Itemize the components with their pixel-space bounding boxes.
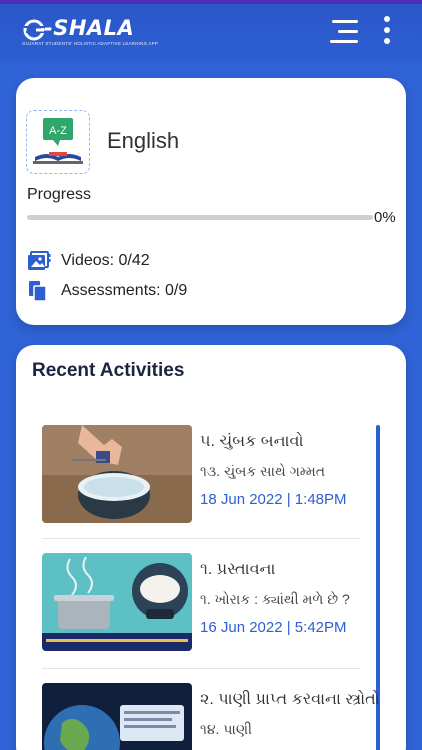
activity-item[interactable]: ૫. ચુંબક બનાવો ૧૩. ચુંબક સાથે ગમ્મત 18 J… xyxy=(42,425,367,525)
recent-activities-title: Recent Activities xyxy=(32,360,185,381)
activity-item[interactable]: ૨. પાણી પ્રાપ્ત કરવાના સ્ત્રોતો ૧૪. પાણી xyxy=(42,683,380,750)
progress-percent: 0% xyxy=(374,209,396,226)
divider xyxy=(42,668,360,669)
activity-timestamp: 16 Jun 2022 | 5:42PM xyxy=(200,619,347,636)
assessment-docs-icon xyxy=(27,280,51,302)
activity-timestamp: 18 Jun 2022 | 1:48PM xyxy=(200,491,347,508)
videos-stat: Videos: 0/42 xyxy=(27,250,150,272)
subject-name: English xyxy=(107,128,180,153)
status-strip xyxy=(0,0,422,4)
recent-activities-card: Recent Activities ૫. ચુંબક બનાવો ૧૩. ચું… xyxy=(16,345,406,750)
subject-book-icon: A-Z xyxy=(26,110,90,174)
video-gallery-icon xyxy=(27,250,51,272)
assessments-stat: Assessments: 0/9 xyxy=(27,280,187,302)
logo-tagline: GUJARAT STUDENTS' HOLISTIC ADAPTIVE LEAR… xyxy=(22,41,159,46)
activity-title: ૫. ચુંબક બનાવો xyxy=(200,433,304,450)
assessments-stat-text: Assessments: 0/9 xyxy=(61,282,188,299)
activity-thumbnail xyxy=(42,425,192,523)
app-header: -SHALA GUJARAT STUDENTS' HOLISTIC ADAPTI… xyxy=(0,0,422,62)
progress-label: Progress xyxy=(27,186,92,203)
activity-chapter: ૧. ખોરાક : ક્યાંથી મળે છે ? xyxy=(200,591,350,607)
app-logo: -SHALA GUJARAT STUDENTS' HOLISTIC ADAPTI… xyxy=(22,16,158,46)
activity-title: ૨. પાણી પ્રાપ્ત કરવાના સ્ત્રોતો xyxy=(200,691,380,708)
divider xyxy=(42,538,360,539)
hamburger-menu-icon[interactable] xyxy=(326,20,358,44)
more-vertical-icon[interactable] xyxy=(378,16,396,46)
subject-icon-label: A-Z xyxy=(49,125,67,137)
activity-chapter: ૧૪. પાણી xyxy=(200,721,253,737)
subject-progress-card[interactable]: A-Z English Progress 0% Videos: 0/42 Ass… xyxy=(16,78,406,325)
videos-stat-text: Videos: 0/42 xyxy=(61,252,150,269)
activity-thumbnail xyxy=(42,683,192,750)
activity-item[interactable]: ૧. પ્રસ્તાવના ૧. ખોરાક : ક્યાંથી મળે છે … xyxy=(42,553,367,653)
activity-thumbnail xyxy=(42,553,192,651)
activity-title: ૧. પ્રસ્તાવના xyxy=(200,561,276,578)
progress-bar xyxy=(27,215,373,220)
logo-text: -SHALA xyxy=(44,16,135,40)
activity-chapter: ૧૩. ચુંબક સાથે ગમ્મત xyxy=(200,463,325,479)
